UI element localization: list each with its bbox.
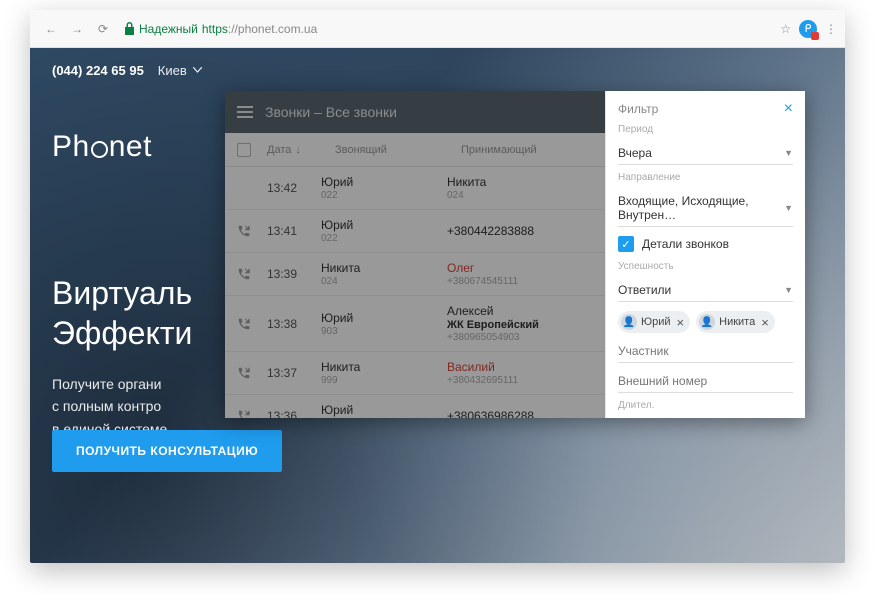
close-icon[interactable]: × (784, 101, 793, 117)
caller-ext: 022 (321, 190, 447, 201)
site-topbar: (044) 224 65 95 Киев (30, 48, 845, 92)
star-icon[interactable]: ☆ (780, 22, 791, 36)
call-direction-icon (237, 224, 267, 238)
caller-name: Юрий (321, 403, 447, 417)
chip-remove-icon[interactable]: × (761, 315, 769, 330)
avatar-icon: 👤 (621, 314, 637, 330)
call-time: 13:39 (267, 267, 321, 281)
details-checkbox[interactable]: ✓ Детали звонков (618, 236, 793, 252)
caller-name: Никита (321, 261, 447, 275)
city-select[interactable]: Киев (158, 63, 202, 78)
table-row[interactable]: 13:41 Юрий022 +380442283888 (225, 210, 605, 253)
caller-ext: 999 (321, 375, 447, 386)
hero-text: Виртуаль Эффекти Получите органи с полны… (52, 273, 192, 440)
contact-phone: (044) 224 65 95 (52, 63, 144, 78)
check-icon: ✓ (618, 236, 634, 252)
address-bar[interactable]: https://phonet.com.ua (202, 22, 317, 36)
filter-panel: Фильтр × Период Вчера▼ Направление Входя… (605, 91, 805, 418)
call-direction-icon (237, 409, 267, 418)
call-time: 13:36 (267, 409, 321, 418)
cta-button[interactable]: ПОЛУЧИТЬ КОНСУЛЬТАЦИЮ (52, 430, 282, 472)
period-select[interactable]: Вчера▼ (618, 142, 793, 165)
receiver-sub: +380965054903 (447, 332, 593, 343)
filter-chip[interactable]: 👤Юрий× (618, 311, 690, 333)
receiver-name: +380442283888 (447, 224, 593, 238)
site-logo: Phnet (52, 130, 152, 164)
receiver-sub: 024 (447, 190, 593, 201)
select-all-checkbox[interactable] (237, 143, 251, 157)
receiver-name: Василий (447, 360, 593, 374)
receiver-name: +380636986288 (447, 409, 593, 418)
filter-title: Фильтр (618, 102, 658, 116)
chip-remove-icon[interactable]: × (677, 315, 685, 330)
hamburger-icon[interactable] (237, 106, 253, 118)
table-header: Дата ↓ Звонящий Принимающий (225, 133, 605, 167)
caller-ext: 903 (321, 326, 447, 337)
table-row[interactable]: 13:39 Никита024 Олег+380674545111 (225, 253, 605, 296)
call-direction-icon (237, 317, 267, 331)
call-direction-icon (237, 267, 267, 281)
popup-header: Звонки – Все звонки (225, 91, 605, 133)
call-time: 13:37 (267, 366, 321, 380)
caller-ext: 024 (321, 276, 447, 287)
receiver-name: Алексей (447, 304, 593, 318)
call-time: 13:38 (267, 317, 321, 331)
duration-label: Длител. (618, 400, 793, 411)
table-row[interactable]: 13:42 Юрий022 Никита024 (225, 167, 605, 210)
participant-input[interactable] (618, 340, 793, 363)
caller-name: Юрий (321, 218, 447, 232)
chevron-down-icon (193, 67, 202, 73)
caller-name: Юрий (321, 175, 447, 189)
secure-badge: Надежный (124, 22, 198, 36)
caller-ext: 022 (321, 233, 447, 244)
extension-icon[interactable]: ᑭ (799, 20, 817, 38)
table-row[interactable]: 13:37 Никита999 Василий+380432695111 (225, 352, 605, 395)
table-row[interactable]: 13:36 Юрий903 +380636986288 (225, 395, 605, 418)
period-label: Период (618, 124, 793, 135)
caller-name: Юрий (321, 311, 447, 325)
table-row[interactable]: 13:38 Юрий903 АлексейЖК Европейский+3809… (225, 296, 605, 352)
success-select[interactable]: Ответили▼ (618, 279, 793, 302)
success-label: Успешность (618, 261, 793, 272)
call-time: 13:42 (267, 181, 321, 195)
browser-toolbar: ← → ⟳ Надежный https://phonet.com.ua ☆ ᑭ… (30, 10, 845, 48)
direction-label: Направление (618, 172, 793, 183)
lock-icon (124, 22, 135, 35)
receiver-sub: +380674545111 (447, 276, 593, 287)
call-time: 13:41 (267, 224, 321, 238)
receiver-sub: +380432695111 (447, 375, 593, 386)
receiver-name: Никита (447, 175, 593, 189)
filter-chip[interactable]: 👤Никита× (696, 311, 775, 333)
back-icon[interactable]: ← (42, 20, 60, 38)
sort-down-icon[interactable]: ↓ (295, 144, 301, 156)
popup-title: Звонки – Все звонки (265, 104, 397, 120)
avatar-icon: 👤 (699, 314, 715, 330)
calls-popup: Звонки – Все звонки Дата ↓ Звонящий Прин… (225, 91, 805, 418)
receiver-name: Олег (447, 261, 593, 275)
caller-name: Никита (321, 360, 447, 374)
direction-select[interactable]: Входящие, Исходящие, Внутрен…▼ (618, 190, 793, 227)
reload-icon[interactable]: ⟳ (94, 20, 112, 38)
menu-icon[interactable]: ⋮ (825, 22, 837, 36)
forward-icon[interactable]: → (68, 20, 86, 38)
external-number-input[interactable] (618, 370, 793, 393)
call-direction-icon (237, 366, 267, 380)
